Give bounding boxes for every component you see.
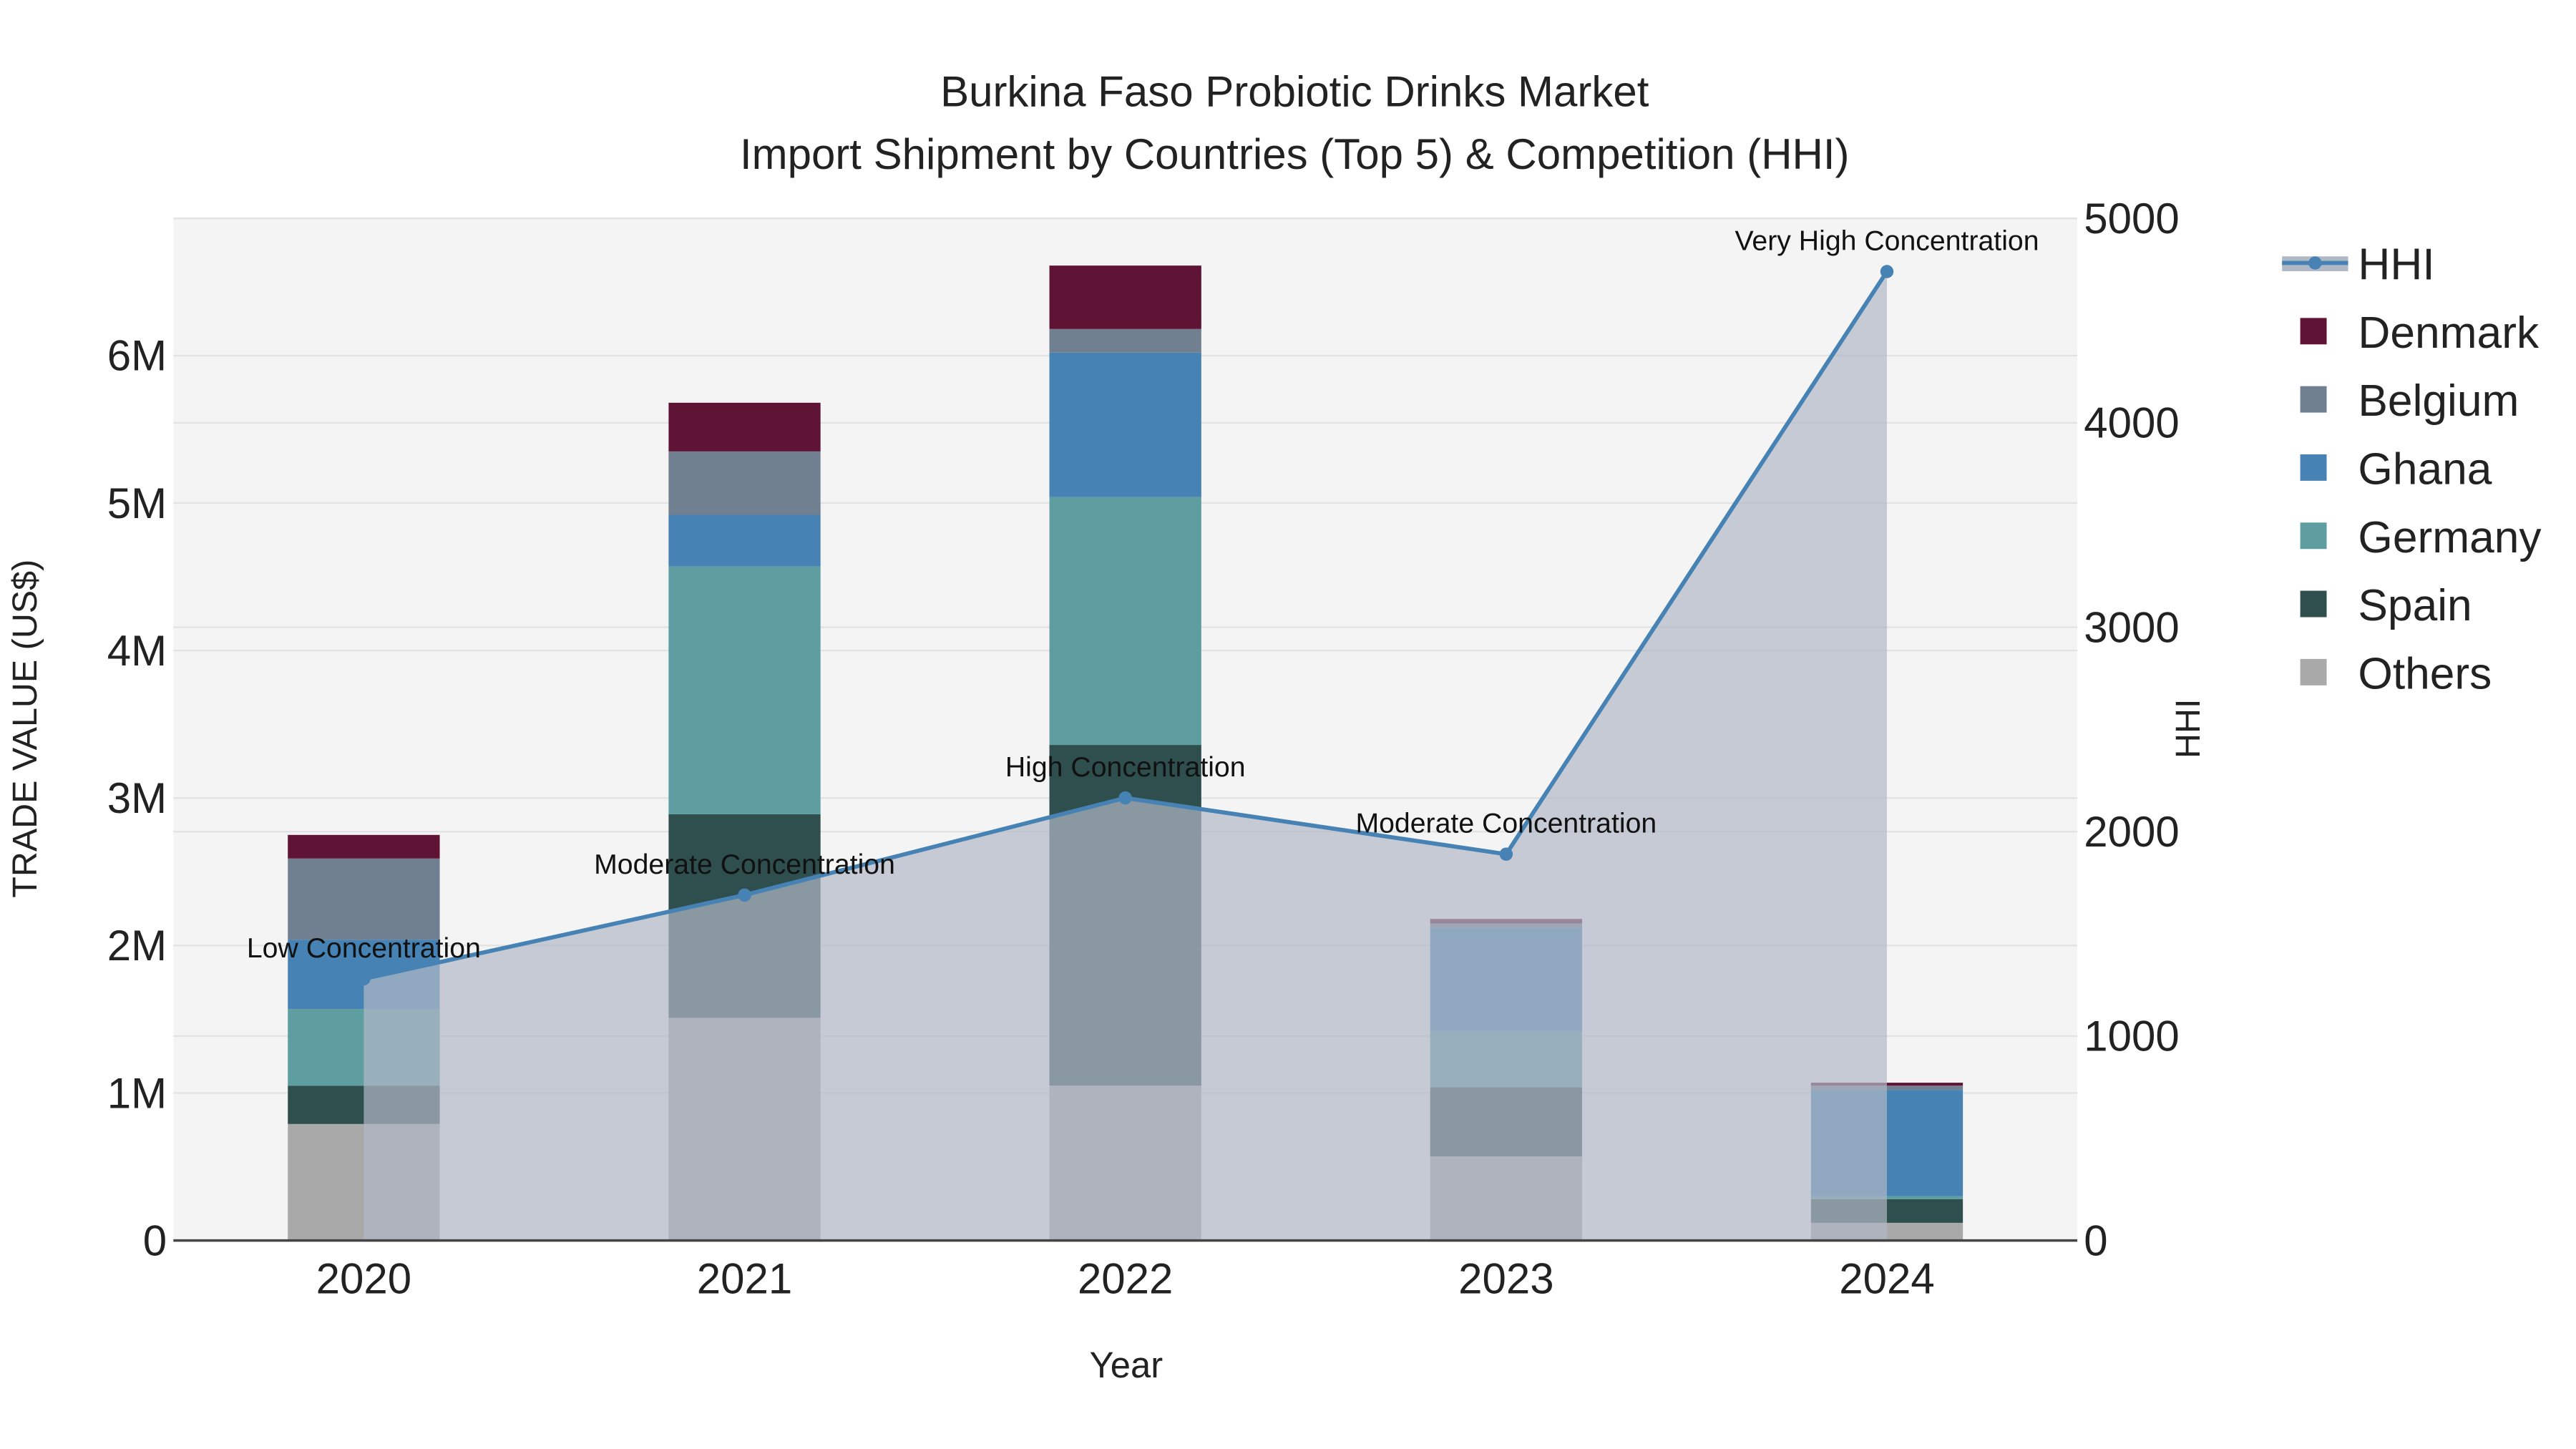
hhi-annotation: Low Concentration — [247, 932, 481, 964]
legend-label: HHI — [2358, 240, 2434, 290]
bar-ghana-2022 — [1049, 352, 1201, 497]
hhi-point-2021 — [738, 888, 751, 902]
legend-swatch — [2300, 590, 2327, 618]
bar-denmark-2020 — [288, 834, 440, 859]
legend-label: Germany — [2358, 513, 2542, 562]
x-tick-label: 2020 — [316, 1255, 411, 1303]
legend-label: Others — [2358, 649, 2492, 698]
y2-tick-label: 5000 — [2084, 195, 2179, 243]
chart: 0 1M 2M 3M 4M 5M 6M 0 1000 2000 3000 4000 5000 2020 20… — [6, 67, 2542, 1385]
y2-axis-label: HHI — [2169, 699, 2207, 758]
legend-swatch — [2300, 386, 2327, 413]
bar-belgium-2020 — [288, 858, 440, 940]
x-axis-label: Year — [1090, 1345, 1163, 1385]
hhi-point-2020 — [357, 972, 371, 986]
chart-subtitle: Import Shipment by Countries (Top 5) & C… — [740, 130, 1850, 178]
legend-item-ghana[interactable]: Ghana — [2300, 444, 2492, 494]
legend-item-denmark[interactable]: Denmark — [2300, 308, 2540, 358]
legend-swatch — [2300, 522, 2327, 550]
bar-belgium-2022 — [1049, 328, 1201, 353]
y2-tick-label: 3000 — [2084, 603, 2179, 651]
hhi-annotation: Very High Concentration — [1735, 225, 2039, 256]
x-tick-label: 2021 — [697, 1255, 792, 1303]
legend-item-belgium[interactable]: Belgium — [2300, 376, 2519, 426]
legend-item-hhi[interactable]: HHI — [2282, 240, 2435, 290]
bar-ghana-2021 — [668, 514, 821, 567]
legend-item-others[interactable]: Others — [2300, 649, 2492, 698]
hhi-point-2024 — [1880, 265, 1894, 278]
legend-label: Belgium — [2358, 376, 2519, 426]
y-tick-label: 2M — [107, 922, 167, 970]
hhi-point-2022 — [1118, 791, 1132, 805]
hhi-annotation: Moderate Concentration — [1355, 808, 1657, 839]
legend-swatch — [2300, 658, 2327, 686]
legend-item-spain[interactable]: Spain — [2300, 581, 2472, 630]
y2-tick-label: 0 — [2084, 1216, 2107, 1264]
y-tick-label: 6M — [107, 332, 167, 380]
y2-tick-label: 1000 — [2084, 1013, 2179, 1060]
y2-tick-label: 2000 — [2084, 808, 2179, 856]
bar-denmark-2021 — [668, 402, 821, 452]
y-tick-label: 3M — [107, 774, 167, 822]
legend-swatch — [2300, 454, 2327, 481]
y-tick-label: 1M — [107, 1069, 167, 1117]
y-tick-label: 0 — [143, 1216, 167, 1264]
legend-label: Spain — [2358, 581, 2472, 630]
y2-tick-label: 4000 — [2084, 399, 2179, 447]
bar-germany-2021 — [668, 566, 821, 814]
legend-label: Ghana — [2358, 444, 2492, 494]
hhi-annotation: Moderate Concentration — [594, 849, 895, 880]
hhi-point-2023 — [1499, 847, 1513, 861]
y-tick-label: 5M — [107, 479, 167, 527]
legend-marker — [2308, 256, 2322, 270]
legend: HHI Denmark Belgium Ghana Germany Spain Others — [2282, 240, 2542, 698]
x-tick-label: 2024 — [1839, 1255, 1934, 1303]
y-axis-label: TRADE VALUE (US$) — [6, 560, 44, 898]
y-tick-label: 4M — [107, 627, 167, 675]
legend-swatch — [2300, 318, 2327, 345]
legend-item-germany[interactable]: Germany — [2300, 513, 2542, 562]
bar-denmark-2022 — [1049, 265, 1201, 329]
bar-belgium-2021 — [668, 451, 821, 515]
legend-label: Denmark — [2358, 308, 2540, 358]
bar-germany-2022 — [1049, 497, 1201, 746]
hhi-annotation: High Concentration — [1005, 751, 1246, 783]
chart-title: Burkina Faso Probiotic Drinks Market — [940, 67, 1649, 115]
x-tick-label: 2023 — [1458, 1255, 1553, 1303]
x-tick-label: 2022 — [1078, 1255, 1173, 1303]
